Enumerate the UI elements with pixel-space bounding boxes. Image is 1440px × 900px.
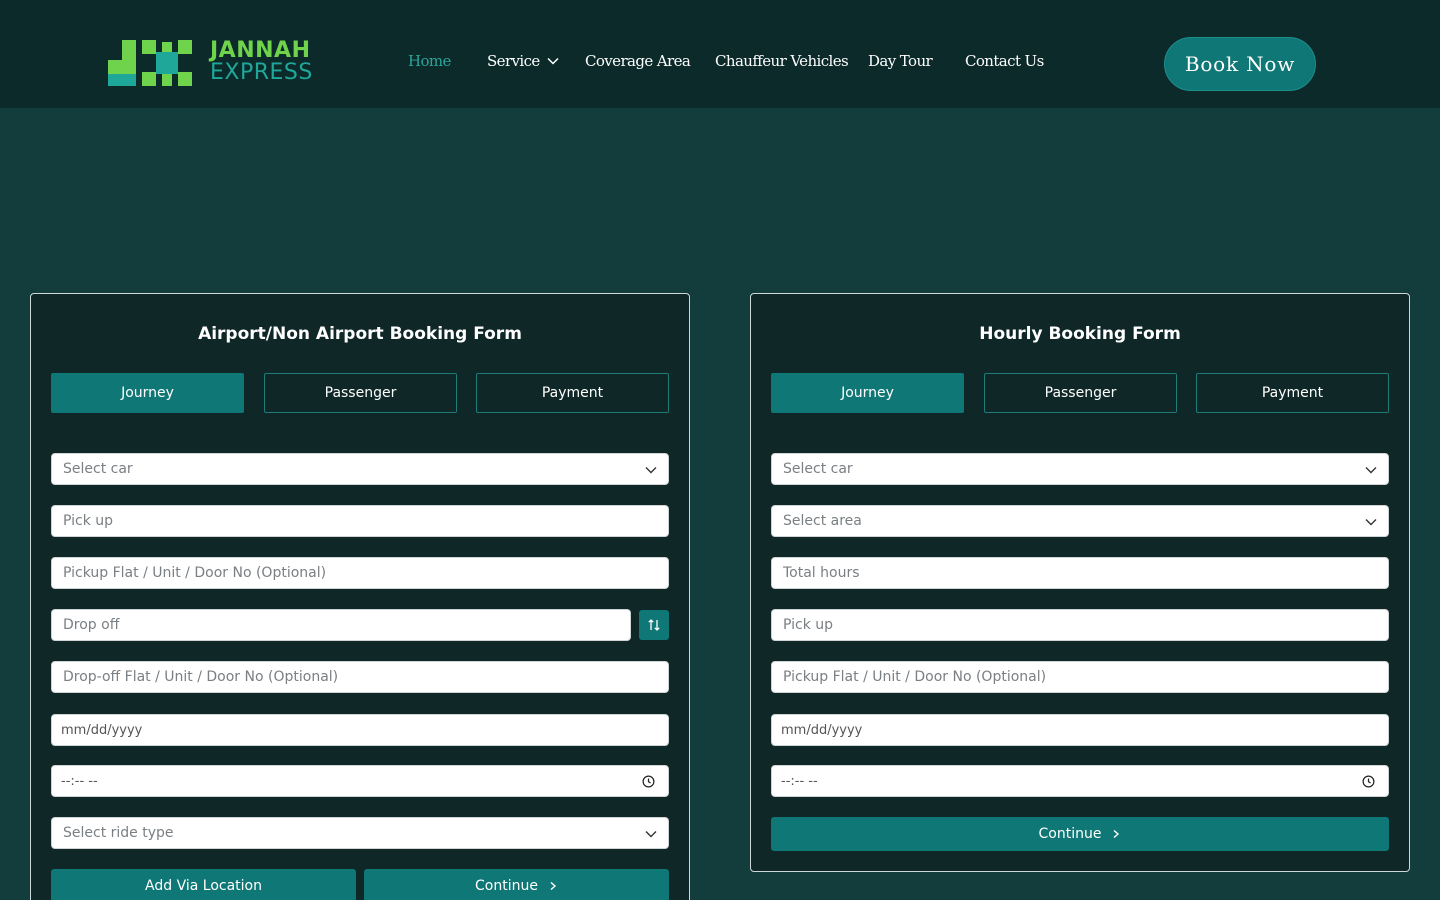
logo-mark-icon	[108, 40, 192, 86]
hourly-pickup-flat-placeholder: Pickup Flat / Unit / Door No (Optional)	[783, 669, 1047, 685]
nav-link-coverage-area[interactable]: Coverage Area	[585, 52, 691, 70]
brand-name-line2: EXPRESS	[210, 60, 313, 85]
clock-icon	[642, 775, 655, 788]
airport-booking-form: Airport/Non Airport Booking Form Journey…	[30, 293, 690, 900]
hourly-booking-form: Hourly Booking Form Journey Passenger Pa…	[750, 293, 1410, 872]
hourly-tab-journey[interactable]: Journey	[771, 373, 964, 413]
add-via-location-button[interactable]: Add Via Location	[51, 869, 356, 900]
airport-dropoff-input[interactable]: Drop off	[51, 609, 631, 641]
hourly-date-input[interactable]: mm/dd/yyyy	[771, 714, 1389, 746]
hourly-pickup-placeholder: Pick up	[783, 617, 834, 633]
site-header: JANNAH EXPRESS Home Service Coverage Are…	[0, 0, 1440, 108]
nav-link-day-tour-label: Day Tour	[868, 52, 933, 70]
hourly-date-placeholder: mm/dd/yyyy	[781, 722, 863, 738]
airport-time-placeholder: --:-- --	[61, 773, 98, 789]
nav-link-service[interactable]: Service	[487, 52, 560, 70]
airport-pickup-placeholder: Pick up	[63, 513, 114, 529]
nav-link-home-label: Home	[408, 52, 451, 70]
airport-dropoff-flat-input[interactable]: Drop-off Flat / Unit / Door No (Optional…	[51, 661, 669, 693]
airport-time-input[interactable]: --:-- --	[51, 765, 669, 797]
airport-dropoff-flat-placeholder: Drop-off Flat / Unit / Door No (Optional…	[63, 669, 339, 685]
nav-link-chauffeur-vehicles-label: Chauffeur Vehicles	[715, 52, 849, 70]
hourly-pickup-flat-input[interactable]: Pickup Flat / Unit / Door No (Optional)	[771, 661, 1389, 693]
chevron-right-icon	[550, 881, 557, 891]
swap-vertical-icon	[648, 619, 660, 631]
chevron-right-icon	[1114, 829, 1120, 839]
book-now-button[interactable]: Book Now	[1164, 37, 1316, 91]
nav-link-chauffeur-vehicles[interactable]: Chauffeur Vehicles	[715, 52, 849, 70]
hourly-total-hours-input[interactable]: Total hours	[771, 557, 1389, 589]
hourly-select-area[interactable]: Select area	[771, 505, 1389, 537]
chevron-down-icon	[645, 831, 657, 838]
hourly-continue-button[interactable]: Continue	[771, 817, 1389, 851]
chevron-down-icon	[1365, 467, 1377, 474]
hourly-continue-label: Continue	[1038, 826, 1102, 842]
airport-pickup-flat-input[interactable]: Pickup Flat / Unit / Door No (Optional)	[51, 557, 669, 589]
nav-link-day-tour[interactable]: Day Tour	[868, 52, 933, 70]
nav-link-contact-us[interactable]: Contact Us	[965, 52, 1044, 70]
hourly-select-area-text: Select area	[783, 513, 862, 529]
clock-icon	[1362, 775, 1375, 788]
chevron-down-icon	[645, 467, 657, 474]
hourly-time-placeholder: --:-- --	[781, 773, 818, 789]
hourly-form-title: Hourly Booking Form	[979, 324, 1181, 344]
hourly-select-car[interactable]: Select car	[771, 453, 1389, 485]
hourly-select-car-text: Select car	[783, 461, 853, 477]
airport-dropoff-placeholder: Drop off	[63, 617, 120, 633]
nav-link-home[interactable]: Home	[408, 52, 451, 70]
airport-select-car[interactable]: Select car	[51, 453, 669, 485]
airport-select-car-text: Select car	[63, 461, 133, 477]
airport-tab-payment[interactable]: Payment	[476, 373, 669, 413]
airport-tab-passenger[interactable]: Passenger	[264, 373, 457, 413]
brand-name-line1: JANNAH	[210, 38, 311, 63]
add-via-location-label: Add Via Location	[145, 878, 262, 894]
airport-continue-button[interactable]: Continue	[364, 869, 669, 900]
airport-continue-label: Continue	[475, 878, 538, 894]
hourly-total-hours-placeholder: Total hours	[783, 565, 860, 581]
airport-select-ride-type-text: Select ride type	[63, 825, 174, 841]
nav-link-coverage-area-label: Coverage Area	[585, 52, 691, 70]
airport-date-input[interactable]: mm/dd/yyyy	[51, 714, 669, 746]
airport-pickup-flat-placeholder: Pickup Flat / Unit / Door No (Optional)	[63, 565, 327, 581]
airport-tab-journey[interactable]: Journey	[51, 373, 244, 413]
nav-link-service-label: Service	[487, 52, 540, 70]
chevron-down-icon	[1365, 519, 1377, 526]
airport-pickup-input[interactable]: Pick up	[51, 505, 669, 537]
airport-form-title: Airport/Non Airport Booking Form	[198, 324, 522, 344]
chevron-down-icon	[547, 57, 559, 65]
airport-select-ride-type[interactable]: Select ride type	[51, 817, 669, 849]
hourly-pickup-input[interactable]: Pick up	[771, 609, 1389, 641]
brand-wordmark: JANNAH EXPRESS	[210, 40, 313, 84]
hourly-tab-passenger[interactable]: Passenger	[984, 373, 1177, 413]
airport-date-placeholder: mm/dd/yyyy	[61, 722, 143, 738]
hourly-time-input[interactable]: --:-- --	[771, 765, 1389, 797]
hourly-tab-payment[interactable]: Payment	[1196, 373, 1389, 413]
nav-link-contact-us-label: Contact Us	[965, 52, 1044, 70]
swap-locations-button[interactable]	[639, 610, 669, 640]
brand-logo[interactable]: JANNAH EXPRESS	[108, 40, 318, 90]
